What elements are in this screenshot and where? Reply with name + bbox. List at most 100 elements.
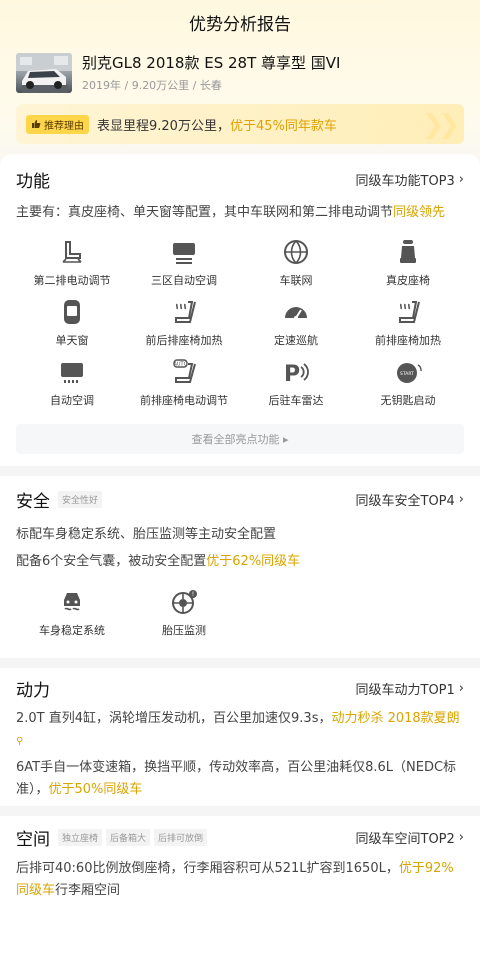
page-title-text: 优势分析报告	[189, 14, 291, 35]
feature-label: 三区自动空调	[151, 274, 217, 287]
safety-title: 安全	[16, 491, 50, 512]
svg-text:!: !	[192, 591, 194, 598]
feature-item[interactable]: 定速巡航	[240, 298, 352, 358]
power-line-2: 6AT手自一体变速箱，换挡平顺，传动效率高，百公里油耗仅8.6L（NEDC标准）…	[16, 757, 464, 801]
safety-rank-link[interactable]: 同级车安全TOP4 ›	[356, 490, 465, 509]
feature-label: 自动空调	[50, 394, 94, 407]
power-rank-link[interactable]: 同级车动力TOP1 ›	[356, 679, 465, 698]
feature-item[interactable]: 前后排座椅加热	[128, 298, 240, 358]
feature-label: 单天窗	[55, 334, 89, 347]
function-rank-label: 同级车功能TOP3	[355, 173, 455, 189]
svg-text:P: P	[284, 362, 300, 386]
power-line-1-highlight[interactable]: 动力秒杀 2018款夏朗	[331, 711, 459, 726]
keyless-start-icon: START	[397, 363, 422, 383]
safety-rank-label: 同级车安全TOP4	[355, 493, 455, 509]
function-desc-highlight: 同级领先	[393, 205, 446, 220]
chevron-right-icon: ›	[458, 491, 464, 507]
chevron-right-icon: ›	[458, 171, 464, 187]
car-meta: 2019年 / 9.20万公里 / 长春	[82, 79, 222, 92]
feature-item[interactable]: 前排座椅加热	[352, 298, 464, 358]
space-line-text: 后排可40:60比例放倒座椅，行李厢容积可从521L扩容到1650L，	[16, 861, 399, 876]
power-line-1-text: 2.0T 直列4缸，涡轮增压发动机，百公里加速仅9.3s，	[16, 711, 332, 726]
view-all-features-button[interactable]: 查看全部亮点功能 ▸	[16, 424, 464, 454]
section-divider	[0, 466, 480, 476]
feature-label: 前后排座椅加热	[145, 334, 223, 347]
tire-pressure-icon: !	[172, 590, 197, 614]
section-divider	[0, 806, 480, 816]
feature-item[interactable]: 车联网	[240, 238, 352, 298]
safety-line-2: 配备6个安全气囊，被动安全配置优于62%同级车	[16, 550, 464, 574]
function-rank-link[interactable]: 同级车功能TOP3 ›	[356, 170, 465, 189]
safety-line-2-text: 配备6个安全气囊，被动安全配置	[16, 554, 207, 569]
chevron-right-icon: ›	[458, 680, 464, 696]
space-line-suffix: 行李厢空间	[55, 883, 121, 898]
safety-line-1: 标配车身稳定系统、胎压监测等主动安全配置	[16, 527, 277, 542]
feature-item[interactable]: 单天窗	[16, 298, 128, 358]
feature-item[interactable]: 第二排电动调节	[16, 238, 128, 298]
section-divider	[0, 658, 480, 668]
recommend-reason-bar: 推荐理由 表显里程9.20万公里，优于45%同年款车 ❯❯	[16, 104, 464, 144]
feature-label: 车联网	[279, 274, 313, 287]
car-title: 别克GL8 2018款 ES 28T 尊享型 国VI	[82, 54, 341, 72]
feature-label: 后驻车雷达	[268, 394, 324, 407]
page-title: 优势分析报告	[0, 0, 480, 44]
feature-item[interactable]: 三区自动空调	[128, 238, 240, 298]
svg-text:AUTO: AUTO	[173, 362, 187, 368]
space-title: 空间	[16, 829, 50, 850]
feature-label: 真皮座椅	[386, 274, 430, 287]
tri-zone-ac-icon	[173, 243, 195, 264]
safety-section: 安全 安全性好 同级车安全TOP4 › 标配车身稳定系统、胎压监测等主动安全配置…	[0, 476, 480, 658]
power-section: 动力 同级车动力TOP1 › 2.0T 直列4缸，涡轮增压发动机，百公里加速仅9…	[0, 668, 480, 806]
feature-label: 胎压监测	[162, 624, 206, 637]
recommend-badge-label: 推荐理由	[44, 120, 84, 132]
space-rank-link[interactable]: 同级车空间TOP2 ›	[356, 828, 465, 847]
auto-ac-icon	[61, 363, 83, 383]
chevron-right-icon: ›	[458, 829, 464, 845]
space-line: 后排可40:60比例放倒座椅，行李厢容积可从521L扩容到1650L，优于92%…	[16, 858, 464, 902]
function-description: 主要有：真皮座椅、单天窗等配置，其中车联网和第二排电动调节同级领先	[16, 202, 464, 224]
power-line-1: 2.0T 直列4缸，涡轮增压发动机，百公里加速仅9.3s，动力秒杀 2018款夏…	[16, 708, 464, 753]
car-thumbnail[interactable]	[16, 53, 72, 93]
function-title: 功能	[16, 171, 50, 192]
feature-label: 无钥匙启动	[380, 394, 436, 407]
double-arrow-icon: ❯❯	[422, 110, 459, 140]
function-section: 功能 同级车功能TOP3 › 主要有：真皮座椅、单天窗等配置，其中车联网和第二排…	[0, 154, 480, 466]
feature-label: 定速巡航	[274, 334, 318, 347]
feature-item[interactable]: 车身稳定系统	[16, 588, 128, 648]
function-desc-text: 主要有：真皮座椅、单天窗等配置，其中车联网和第二排电动调节	[16, 205, 394, 220]
feature-item[interactable]: ! 胎压监测	[128, 588, 240, 648]
thumbs-up-icon	[32, 120, 41, 128]
heated-front-seat-icon	[399, 301, 420, 323]
feature-item[interactable]: AUTO 前排座椅电动调节	[128, 358, 240, 418]
feature-label: 第二排电动调节	[33, 274, 111, 287]
feature-item[interactable]: START 无钥匙启动	[352, 358, 464, 418]
leather-seat-icon	[400, 240, 416, 263]
safety-feature-grid: 车身稳定系统 ! 胎压监测	[16, 588, 464, 648]
feature-label: 前排座椅电动调节	[140, 394, 228, 407]
space-rank-label: 同级车空间TOP2	[355, 831, 455, 847]
power-line-2-highlight: 优于50%同级车	[48, 782, 143, 797]
feature-item[interactable]: 自动空调	[16, 358, 128, 418]
safety-line-2-highlight: 优于62%同级车	[206, 554, 301, 569]
power-title: 动力	[16, 680, 50, 701]
feature-item[interactable]: 真皮座椅	[352, 238, 464, 298]
stability-control-icon	[64, 593, 80, 611]
space-section: 空间 独立座椅 后备箱大 后排可放倒 同级车空间TOP2 › 后排可40:60比…	[0, 816, 480, 959]
recommend-text-main: 表显里程9.20万公里，	[97, 118, 230, 134]
function-feature-grid: 第二排电动调节 三区自动空调 车联网 真皮座椅 单天窗 前后排座椅加热 定速巡航…	[16, 238, 464, 418]
cruise-control-icon	[285, 307, 307, 320]
heated-seat-icon	[175, 301, 196, 323]
parking-radar-icon: P	[284, 362, 309, 386]
svg-text:START: START	[400, 371, 414, 377]
space-tag: 后备箱大	[106, 828, 151, 846]
car-summary[interactable]: 别克GL8 2018款 ES 28T 尊享型 国VI 2019年 / 9.20万…	[16, 52, 464, 94]
feature-label: 车身稳定系统	[39, 624, 105, 637]
safety-tag: 安全性好	[58, 490, 103, 508]
power-seat-icon	[62, 241, 82, 263]
connected-car-icon	[284, 240, 308, 264]
feature-label: 前排座椅加热	[375, 334, 441, 347]
recommend-badge: 推荐理由	[26, 114, 89, 134]
search-icon[interactable]: ⚲	[16, 736, 23, 747]
feature-item[interactable]: P 后驻车雷达	[240, 358, 352, 418]
space-tag: 独立座椅	[58, 828, 103, 846]
